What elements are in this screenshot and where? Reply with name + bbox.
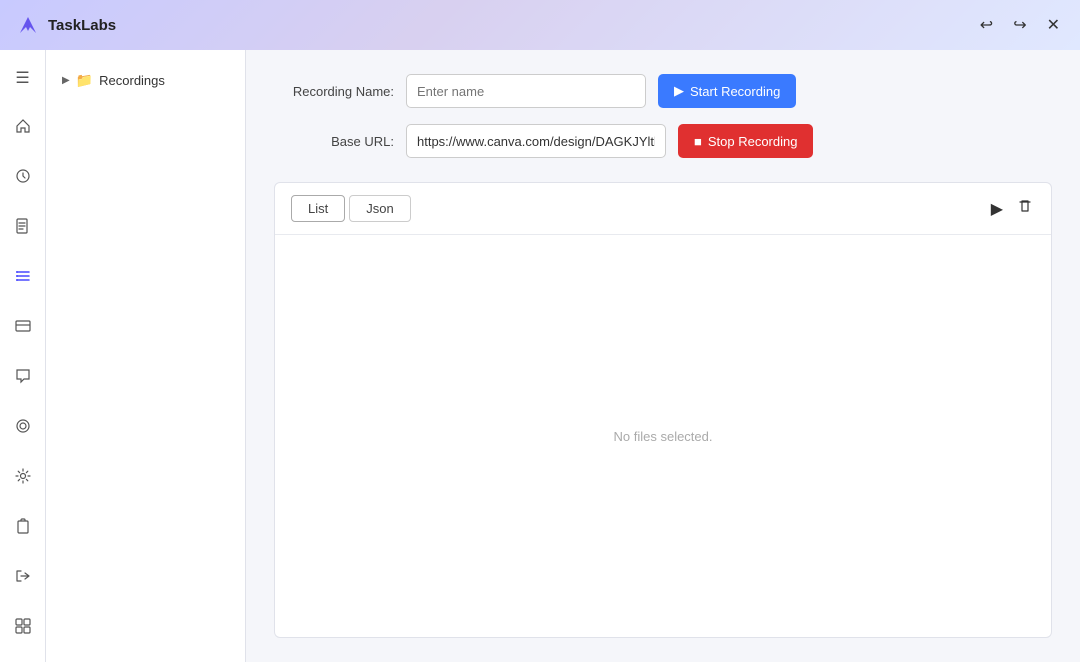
play-action-button[interactable]: ▶ (989, 197, 1005, 221)
recording-name-input[interactable] (406, 74, 646, 108)
clock-icon-btn[interactable] (7, 162, 39, 194)
clipboard-icon (16, 518, 30, 539)
empty-state-text: No files selected. (614, 429, 713, 444)
menu-icon: ☰ (15, 68, 29, 88)
content-area: Recording Name: ▶ Start Recording Base U… (246, 50, 1080, 662)
back-icon: ↩ (980, 15, 993, 35)
app-logo-icon (16, 13, 40, 37)
play-action-icon: ▶ (991, 201, 1003, 218)
chat-icon (15, 368, 31, 389)
side-nav: ▶ 📁 Recordings (46, 50, 246, 662)
delete-icon (1017, 201, 1033, 218)
app-title: TaskLabs (48, 17, 116, 34)
tab-json-label: Json (366, 201, 393, 216)
card-icon (15, 318, 31, 339)
title-bar: TaskLabs ↩ ↪ ✕ (0, 0, 1080, 50)
stop-icon: ■ (694, 134, 702, 149)
tab-list[interactable]: List (291, 195, 345, 222)
panel-actions: ▶ (989, 196, 1035, 221)
record-icon-btn[interactable] (7, 412, 39, 444)
tab-json[interactable]: Json (349, 195, 410, 222)
forward-icon: ↪ (1013, 15, 1026, 35)
main-layout: ☰ (0, 50, 1080, 662)
login-icon (15, 568, 31, 589)
document-icon (16, 218, 30, 239)
record-icon (15, 418, 31, 439)
menu-icon-btn[interactable]: ☰ (7, 62, 39, 94)
play-icon: ▶ (674, 83, 684, 99)
home-icon (15, 118, 31, 139)
forward-button[interactable]: ↪ (1009, 13, 1030, 37)
base-url-input[interactable] (406, 124, 666, 158)
start-recording-button[interactable]: ▶ Start Recording (658, 74, 796, 108)
tab-list-label: List (308, 201, 328, 216)
stop-recording-label: Stop Recording (708, 134, 798, 149)
base-url-label: Base URL: (274, 134, 394, 149)
back-button[interactable]: ↩ (976, 13, 997, 37)
base-url-row: Base URL: ■ Stop Recording (274, 124, 1052, 158)
nav-item-recordings[interactable]: ▶ 📁 Recordings (54, 66, 237, 95)
content-panel: List Json ▶ (274, 182, 1052, 638)
clipboard-icon-btn[interactable] (7, 512, 39, 544)
panel-toolbar: List Json ▶ (275, 183, 1051, 235)
panel-tabs: List Json (291, 195, 411, 222)
document-icon-btn[interactable] (7, 212, 39, 244)
sidebar-icons: ☰ (0, 50, 46, 662)
close-icon: ✕ (1047, 15, 1060, 35)
grid-icon (15, 618, 31, 639)
list-icon-btn[interactable] (7, 262, 39, 294)
clock-icon (15, 168, 31, 189)
list-icon (15, 268, 31, 289)
recording-name-row: Recording Name: ▶ Start Recording (274, 74, 1052, 108)
delete-action-button[interactable] (1015, 196, 1035, 221)
title-bar-controls: ↩ ↪ ✕ (976, 13, 1064, 37)
login-icon-btn[interactable] (7, 562, 39, 594)
form-section: Recording Name: ▶ Start Recording Base U… (274, 74, 1052, 158)
start-recording-label: Start Recording (690, 84, 780, 99)
chat-icon-btn[interactable] (7, 362, 39, 394)
stop-recording-button[interactable]: ■ Stop Recording (678, 124, 813, 158)
title-bar-left: TaskLabs (16, 13, 116, 37)
chevron-right-icon: ▶ (62, 75, 70, 86)
settings-icon (15, 468, 31, 489)
card-icon-btn[interactable] (7, 312, 39, 344)
panel-body: No files selected. (275, 235, 1051, 637)
grid-icon-btn[interactable] (7, 612, 39, 644)
nav-recordings-label: Recordings (99, 73, 165, 88)
close-button[interactable]: ✕ (1043, 13, 1064, 37)
settings-icon-btn[interactable] (7, 462, 39, 494)
folder-icon: 📁 (76, 72, 93, 89)
home-icon-btn[interactable] (7, 112, 39, 144)
recording-name-label: Recording Name: (274, 84, 394, 99)
